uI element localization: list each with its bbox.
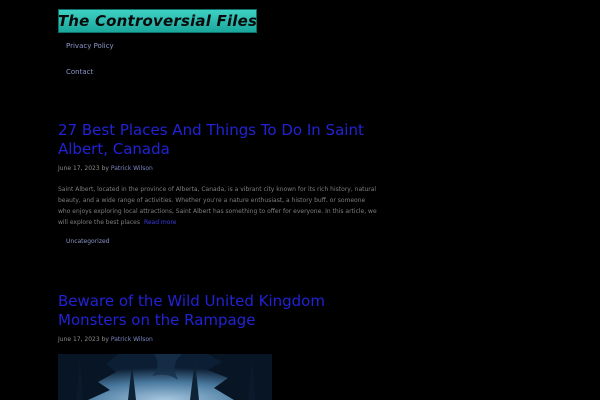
post-by: by	[101, 165, 109, 172]
site-logo-text: The Controversial Files	[57, 12, 258, 30]
post-author-link[interactable]: Patrick Wilson	[111, 336, 153, 343]
page: The Controversial Files Privacy Policy C…	[0, 0, 600, 400]
post-title-link[interactable]: 27 Best Places And Things To Do In Saint…	[58, 121, 378, 159]
post-date: June 17, 2023	[58, 165, 100, 172]
post-author-link[interactable]: Patrick Wilson	[111, 165, 153, 172]
post-meta: June 17, 2023 by Patrick Wilson	[58, 165, 378, 172]
post-title-link[interactable]: Beware of the Wild United Kingdom Monste…	[58, 292, 378, 330]
site-logo[interactable]: The Controversial Files	[58, 9, 257, 33]
post-excerpt: Saint Albert, located in the province of…	[58, 184, 378, 228]
nav-item-contact[interactable]: Contact	[66, 68, 93, 76]
nav-item-privacy-policy[interactable]: Privacy Policy	[66, 42, 114, 50]
post-meta: June 17, 2023 by Patrick Wilson	[58, 336, 378, 343]
featured-image[interactable]	[58, 354, 272, 400]
post-date: June 17, 2023	[58, 336, 100, 343]
forest-image	[58, 354, 272, 400]
read-more-link[interactable]: Read more	[144, 219, 177, 226]
post-by: by	[101, 336, 109, 343]
post-excerpt-text: Saint Albert, located in the province of…	[58, 186, 377, 226]
post-category-link[interactable]: Uncategorized	[66, 238, 378, 245]
post-article: Beware of the Wild United Kingdom Monste…	[58, 292, 378, 343]
post-article: 27 Best Places And Things To Do In Saint…	[58, 121, 378, 245]
